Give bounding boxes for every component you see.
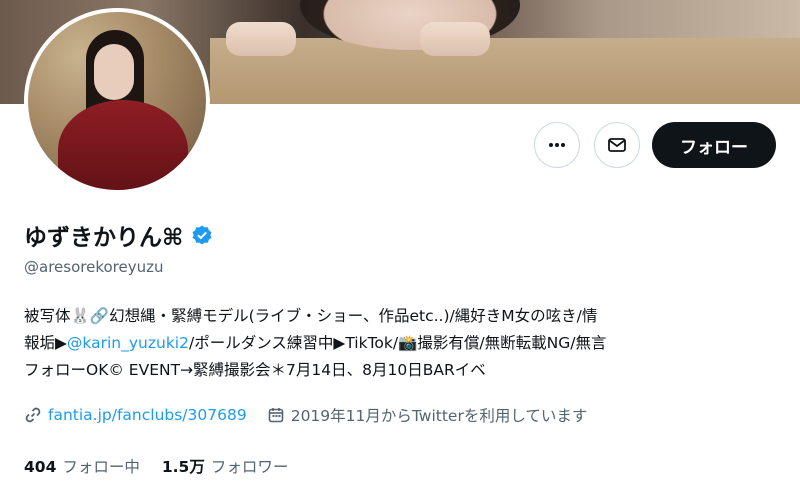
profile-link-item: fantia.jp/fanclubs/307689 <box>24 406 247 424</box>
following-count: 404 <box>24 458 57 476</box>
profile-website-link[interactable]: fantia.jp/fanclubs/307689 <box>48 406 247 424</box>
avatar[interactable] <box>24 8 210 194</box>
bio-line-2-start: 報垢▶ <box>24 334 67 352</box>
followers-count: 1.5万 <box>161 458 205 476</box>
more-icon <box>549 143 565 147</box>
avatar-dress <box>58 100 188 190</box>
banner-box <box>210 38 800 104</box>
followers-label: フォロワー <box>210 458 289 476</box>
calendar-icon <box>268 408 284 423</box>
follow-button[interactable]: フォロー <box>652 122 776 168</box>
user-handle: @aresorekoreyuzu <box>24 258 164 276</box>
bio-line-2: 報垢▶@karin_yuzuki2/ポールダンス練習中▶TikTok/📸撮影有償… <box>24 330 784 357</box>
joined-date: 2019年11月からTwitterを利用しています <box>290 407 588 425</box>
following-count-link[interactable]: 404 フォロー中 <box>24 455 140 477</box>
link-icon <box>25 407 41 423</box>
following-label: フォロー中 <box>62 458 140 476</box>
avatar-image <box>28 12 206 190</box>
avatar-face <box>94 44 134 100</box>
follow-counts: 404 フォロー中 1.5万 フォロワー <box>24 455 288 477</box>
profile-bio: 被写体🐰🔗幻想縄・緊縛モデル(ライブ・ショー、作品etc..)/縄好きM女の呟き… <box>24 303 784 384</box>
joined-date-item: 2019年11月からTwitterを利用しています <box>267 404 588 426</box>
bio-line-1: 被写体🐰🔗幻想縄・緊縛モデル(ライブ・ショー、作品etc..)/縄好きM女の呟き… <box>24 307 598 325</box>
followers-count-link[interactable]: 1.5万 フォロワー <box>162 455 288 477</box>
name-row: ゆずきかりん⌘ <box>24 218 213 252</box>
message-button[interactable] <box>594 122 640 168</box>
more-button[interactable] <box>534 122 580 168</box>
display-name: ゆずきかりん⌘ <box>24 225 184 251</box>
profile-meta: fantia.jp/fanclubs/307689 2019年11月からTwit… <box>24 404 607 426</box>
banner-hand-right <box>420 22 490 56</box>
bio-line-2-end: /ポールダンス練習中▶TikTok/📸撮影有償/無断転載NG/無言 <box>188 334 607 352</box>
bio-mention-link[interactable]: @karin_yuzuki2 <box>67 334 189 352</box>
bio-line-3: フォローOK© EVENT→緊縛撮影会＊7月14日、8月10日BARイベ <box>24 361 486 379</box>
banner-hand-left <box>226 22 296 56</box>
mail-icon <box>608 138 626 152</box>
verified-badge-icon[interactable] <box>191 224 213 246</box>
